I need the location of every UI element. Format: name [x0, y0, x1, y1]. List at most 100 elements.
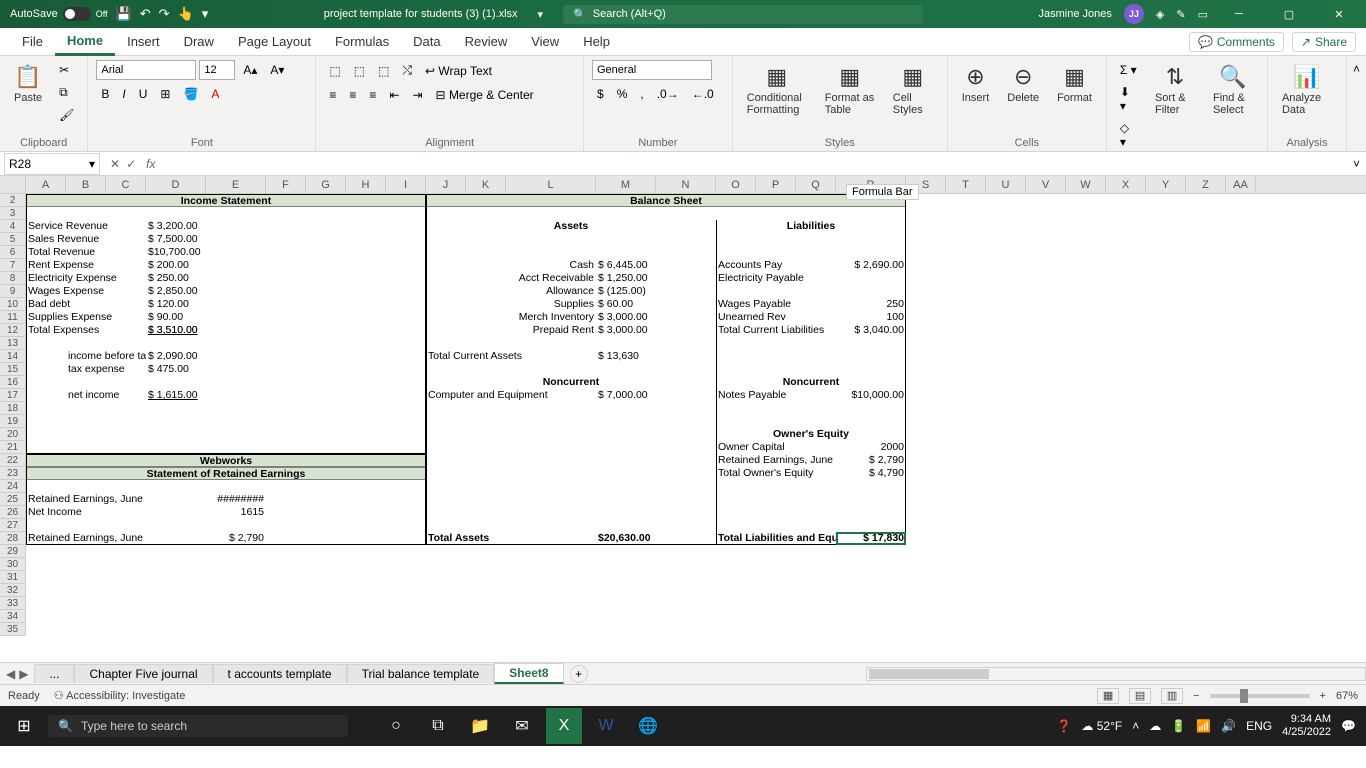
- cell[interactable]: $ 2,850.00: [146, 285, 266, 298]
- col-header-A[interactable]: A: [26, 176, 66, 193]
- row-header-7[interactable]: 7: [0, 259, 26, 272]
- cell[interactable]: Cash: [426, 259, 596, 272]
- row-header-3[interactable]: 3: [0, 207, 26, 220]
- clear-icon[interactable]: ◇ ▾: [1115, 118, 1143, 152]
- cell[interactable]: 250: [836, 298, 906, 311]
- start-button[interactable]: ⊞: [0, 706, 48, 746]
- orientation-icon[interactable]: ⤭: [397, 60, 417, 81]
- row-header-35[interactable]: 35: [0, 623, 26, 636]
- cell[interactable]: $ 120.00: [146, 298, 266, 311]
- decrease-decimal-icon[interactable]: ←.0: [687, 84, 719, 104]
- align-right-icon[interactable]: ≡: [364, 85, 381, 105]
- cell[interactable]: Statement of Retained Earnings: [26, 467, 426, 480]
- col-header-V[interactable]: V: [1026, 176, 1066, 193]
- cell[interactable]: Supplies: [426, 298, 596, 311]
- cell[interactable]: $ 7,000.00: [596, 389, 716, 402]
- cell[interactable]: $ 13,630: [596, 350, 716, 363]
- cell[interactable]: Liabilities: [716, 220, 906, 233]
- cell[interactable]: Allowance: [426, 285, 596, 298]
- row-header-15[interactable]: 15: [0, 363, 26, 376]
- row-header-8[interactable]: 8: [0, 272, 26, 285]
- align-bottom-icon[interactable]: ⬚: [373, 61, 394, 81]
- zoom-level[interactable]: 67%: [1336, 690, 1358, 702]
- zoom-out-icon[interactable]: −: [1193, 690, 1199, 702]
- col-header-B[interactable]: B: [66, 176, 106, 193]
- cell[interactable]: Webworks: [26, 454, 426, 467]
- row-header-24[interactable]: 24: [0, 480, 26, 493]
- undo-icon[interactable]: ↶: [140, 6, 151, 22]
- row-header-12[interactable]: 12: [0, 324, 26, 337]
- format-painter-icon[interactable]: 🖌: [54, 105, 79, 125]
- sheet-tab-2[interactable]: Trial balance template: [347, 664, 495, 683]
- cell[interactable]: Bad debt: [26, 298, 146, 311]
- cell[interactable]: $ 2,790: [836, 454, 906, 467]
- autosum-icon[interactable]: Σ ▾: [1115, 60, 1143, 80]
- format-cells-button[interactable]: ▦Format: [1051, 60, 1098, 108]
- row-header-21[interactable]: 21: [0, 441, 26, 454]
- col-header-H[interactable]: H: [346, 176, 386, 193]
- col-header-Z[interactable]: Z: [1186, 176, 1226, 193]
- row-header-16[interactable]: 16: [0, 376, 26, 389]
- chrome-icon[interactable]: 🌐: [630, 708, 666, 744]
- cell[interactable]: Computer and Equipment: [426, 389, 596, 402]
- border-button[interactable]: ⊞: [155, 84, 175, 104]
- taskbar-search[interactable]: 🔍Type here to search: [48, 715, 348, 737]
- tab-home[interactable]: Home: [55, 28, 115, 56]
- align-center-icon[interactable]: ≡: [344, 85, 361, 105]
- cancel-formula-icon[interactable]: ✕: [110, 157, 120, 171]
- col-header-F[interactable]: F: [266, 176, 306, 193]
- fill-icon[interactable]: ⬇ ▾: [1115, 82, 1143, 116]
- increase-font-icon[interactable]: A▴: [238, 60, 262, 80]
- help-tray-icon[interactable]: ❓: [1056, 719, 1071, 733]
- cell[interactable]: Noncurrent: [716, 376, 906, 389]
- decrease-font-icon[interactable]: A▾: [265, 60, 289, 80]
- tab-formulas[interactable]: Formulas: [323, 28, 401, 56]
- cell[interactable]: $ 2,690.00: [836, 259, 906, 272]
- currency-icon[interactable]: $: [592, 84, 609, 104]
- fx-icon[interactable]: fx: [142, 157, 159, 171]
- cell[interactable]: $ 2,090.00: [146, 350, 266, 363]
- row-header-30[interactable]: 30: [0, 558, 26, 571]
- cell[interactable]: $ 17,830: [836, 532, 906, 545]
- sheet-overflow[interactable]: ...: [34, 664, 74, 683]
- cell[interactable]: [836, 285, 906, 298]
- align-middle-icon[interactable]: ⬚: [349, 61, 370, 81]
- col-header-U[interactable]: U: [986, 176, 1026, 193]
- bold-button[interactable]: B: [96, 84, 114, 104]
- align-top-icon[interactable]: ⬚: [324, 61, 345, 81]
- cell[interactable]: $ 7,500.00: [146, 233, 266, 246]
- cell[interactable]: Total Owner's Equity: [716, 467, 836, 480]
- cell[interactable]: Prepaid Rent: [426, 324, 596, 337]
- cell[interactable]: 1615: [206, 506, 266, 519]
- sheet-tab-0[interactable]: Chapter Five journal: [74, 664, 212, 683]
- col-header-O[interactable]: O: [716, 176, 756, 193]
- cell[interactable]: $20,630.00: [596, 532, 716, 545]
- redo-icon[interactable]: ↷: [159, 6, 170, 22]
- cell[interactable]: $ 6,445.00: [596, 259, 716, 272]
- expand-formula-icon[interactable]: ˅: [1347, 157, 1366, 171]
- horizontal-scrollbar[interactable]: [866, 667, 1366, 681]
- zoom-in-icon[interactable]: +: [1320, 690, 1326, 702]
- cell[interactable]: Noncurrent: [426, 376, 716, 389]
- diamond-icon[interactable]: ◈: [1156, 8, 1164, 21]
- col-header-T[interactable]: T: [946, 176, 986, 193]
- wifi-icon[interactable]: 📶: [1196, 719, 1211, 733]
- pen-icon[interactable]: ✎: [1176, 8, 1185, 21]
- sheet-tab-3[interactable]: Sheet8: [494, 663, 563, 684]
- cell[interactable]: Service Revenue: [26, 220, 146, 233]
- select-all-corner[interactable]: [0, 176, 26, 193]
- row-header-25[interactable]: 25: [0, 493, 26, 506]
- cell[interactable]: [836, 272, 906, 285]
- touch-icon[interactable]: 👆: [178, 6, 194, 22]
- fill-color-button[interactable]: 🪣: [178, 84, 203, 104]
- enter-formula-icon[interactable]: ✓: [126, 157, 136, 171]
- cell[interactable]: Total Current Liabilities: [716, 324, 836, 337]
- cell[interactable]: $ 1,615.00: [146, 389, 266, 402]
- maximize-button[interactable]: ▢: [1270, 0, 1308, 28]
- cell[interactable]: Total Assets: [426, 532, 596, 545]
- sheet-nav-next-icon[interactable]: ▶: [19, 667, 28, 681]
- cell[interactable]: Owner Capital: [716, 441, 836, 454]
- row-header-29[interactable]: 29: [0, 545, 26, 558]
- cell[interactable]: $ (125.00): [596, 285, 716, 298]
- close-button[interactable]: ✕: [1320, 0, 1358, 28]
